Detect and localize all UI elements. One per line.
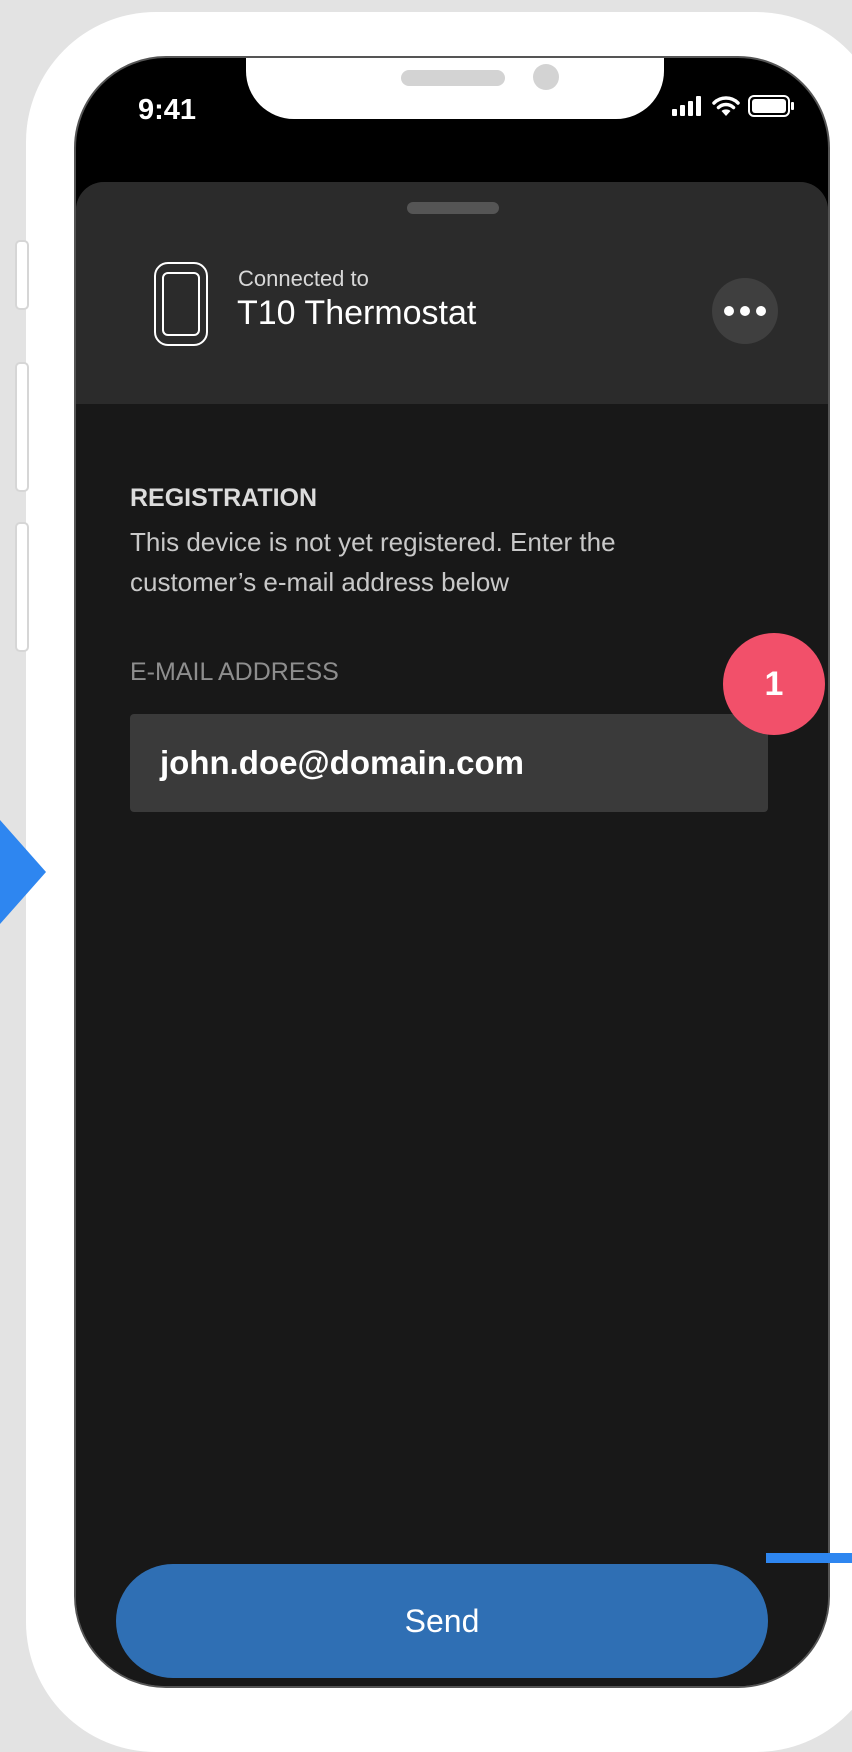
front-camera [533, 64, 559, 90]
more-horizontal-icon-dot [724, 306, 734, 316]
sheet-grabber-handle[interactable] [407, 202, 499, 214]
flow-arrow-icon [0, 820, 46, 924]
step-number-badge: 1 [723, 633, 825, 735]
notch [246, 58, 664, 119]
thermostat-device-icon [154, 262, 208, 346]
speaker-grille [401, 70, 505, 86]
bottom-sheet: Connected to T10 Thermostat REGISTRATION… [76, 182, 828, 1686]
wifi-icon [712, 96, 740, 116]
volume-up-button [15, 362, 29, 492]
more-horizontal-icon-dot [756, 306, 766, 316]
sheet-header: Connected to T10 Thermostat [76, 182, 828, 404]
cellular-signal-icon [672, 96, 701, 116]
mute-switch [15, 240, 29, 310]
flow-connector-line [766, 1553, 852, 1563]
status-time: 9:41 [138, 94, 197, 126]
registration-description: This device is not yet registered. Enter… [130, 527, 616, 597]
device-name: T10 Thermostat [237, 294, 477, 332]
phone-screen: 9:41 Connected to T10 Thermostat REGISTR… [74, 56, 830, 1688]
send-button[interactable]: Send [116, 1564, 768, 1678]
status-icons [672, 95, 794, 117]
more-horizontal-icon-dot [740, 306, 750, 316]
more-options-button[interactable] [712, 278, 778, 344]
volume-down-button [15, 522, 29, 652]
registration-heading: REGISTRATION [130, 484, 318, 512]
connected-to-label: Connected to [238, 266, 369, 291]
battery-icon [748, 95, 794, 117]
email-field[interactable]: john.doe@domain.com [130, 714, 768, 812]
email-field-label: E-MAIL ADDRESS [130, 658, 339, 686]
